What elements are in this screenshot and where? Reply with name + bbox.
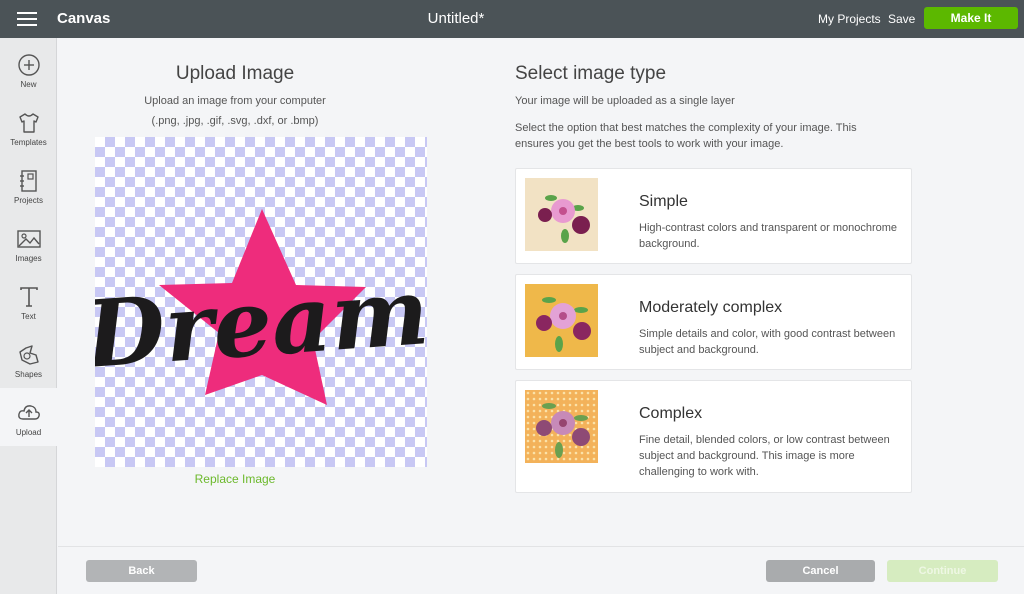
make-it-button[interactable]: Make It [924,7,1018,29]
sidebar-item-upload[interactable]: Upload [0,388,57,446]
replace-image-link[interactable]: Replace Image [135,472,335,486]
select-image-type-title: Select image type [515,63,667,84]
option-complex[interactable]: Complex Fine detail, blended colors, or … [515,380,912,493]
image-preview: Dream [79,137,432,467]
sidebar-item-label: Templates [10,138,47,147]
left-sidebar: New Templates Projects Images Text Shape… [0,38,57,594]
sidebar-item-templates[interactable]: Templates [0,98,57,156]
text-t-icon [19,287,38,307]
sidebar-item-label: Text [21,312,36,321]
plus-circle-icon [17,54,40,76]
sidebar-item-label: Projects [14,196,43,205]
upload-formats: (.png, .jpg, .gif, .svg, .dxf, or .bmp) [151,115,319,127]
sidebar-item-shapes[interactable]: Shapes [0,330,57,388]
preview-script-text: Dream [95,257,427,389]
sidebar-item-label: Images [15,254,42,263]
save-link[interactable]: Save [888,12,915,26]
sidebar-item-images[interactable]: Images [0,214,57,272]
cloud-upload-icon [17,405,40,420]
continue-button[interactable]: Continue [887,560,998,582]
sidebar-item-label: New [20,80,37,89]
sidebar-item-new[interactable]: New [0,40,57,98]
option-title: Moderately complex [639,299,783,316]
upload-title: Upload Image [175,63,295,84]
back-button[interactable]: Back [86,560,197,582]
option-description: Simple details and color, with good cont… [639,328,896,356]
top-bar: Canvas Untitled* My Projects Save Make I… [0,0,1024,38]
cancel-button[interactable]: Cancel [766,560,875,582]
image-icon [16,230,41,248]
option-description: High-contrast colors and transparent or … [639,222,898,250]
dream-star-image: Dream [79,209,432,405]
notebook-icon [19,170,37,192]
simple-thumbnail [525,178,598,251]
option-title: Complex [639,405,703,422]
sidebar-item-label: Shapes [14,370,43,379]
shirt-icon [18,113,39,133]
option-description: Fine detail, blended colors, or low cont… [639,434,890,478]
sidebar-item-label: Upload [15,428,42,437]
sidebar-item-text[interactable]: Text [0,272,57,330]
upload-subtitle: Upload an image from your computer [144,95,326,107]
moderately-complex-thumbnail [525,284,598,357]
complexity-instructions: Select the option that best matches the … [515,122,857,150]
sidebar-item-projects[interactable]: Projects [0,156,57,214]
option-simple[interactable]: Simple High-contrast colors and transpar… [515,168,912,264]
single-layer-note: Your image will be uploaded as a single … [515,95,735,107]
option-moderately-complex[interactable]: Moderately complex Simple details and co… [515,274,912,370]
my-projects-link[interactable]: My Projects [818,12,881,26]
option-title: Simple [639,193,688,210]
shapes-icon [18,345,39,365]
footer-bar [58,546,1024,594]
complex-thumbnail [525,390,598,463]
document-title[interactable]: Untitled* [0,10,912,27]
